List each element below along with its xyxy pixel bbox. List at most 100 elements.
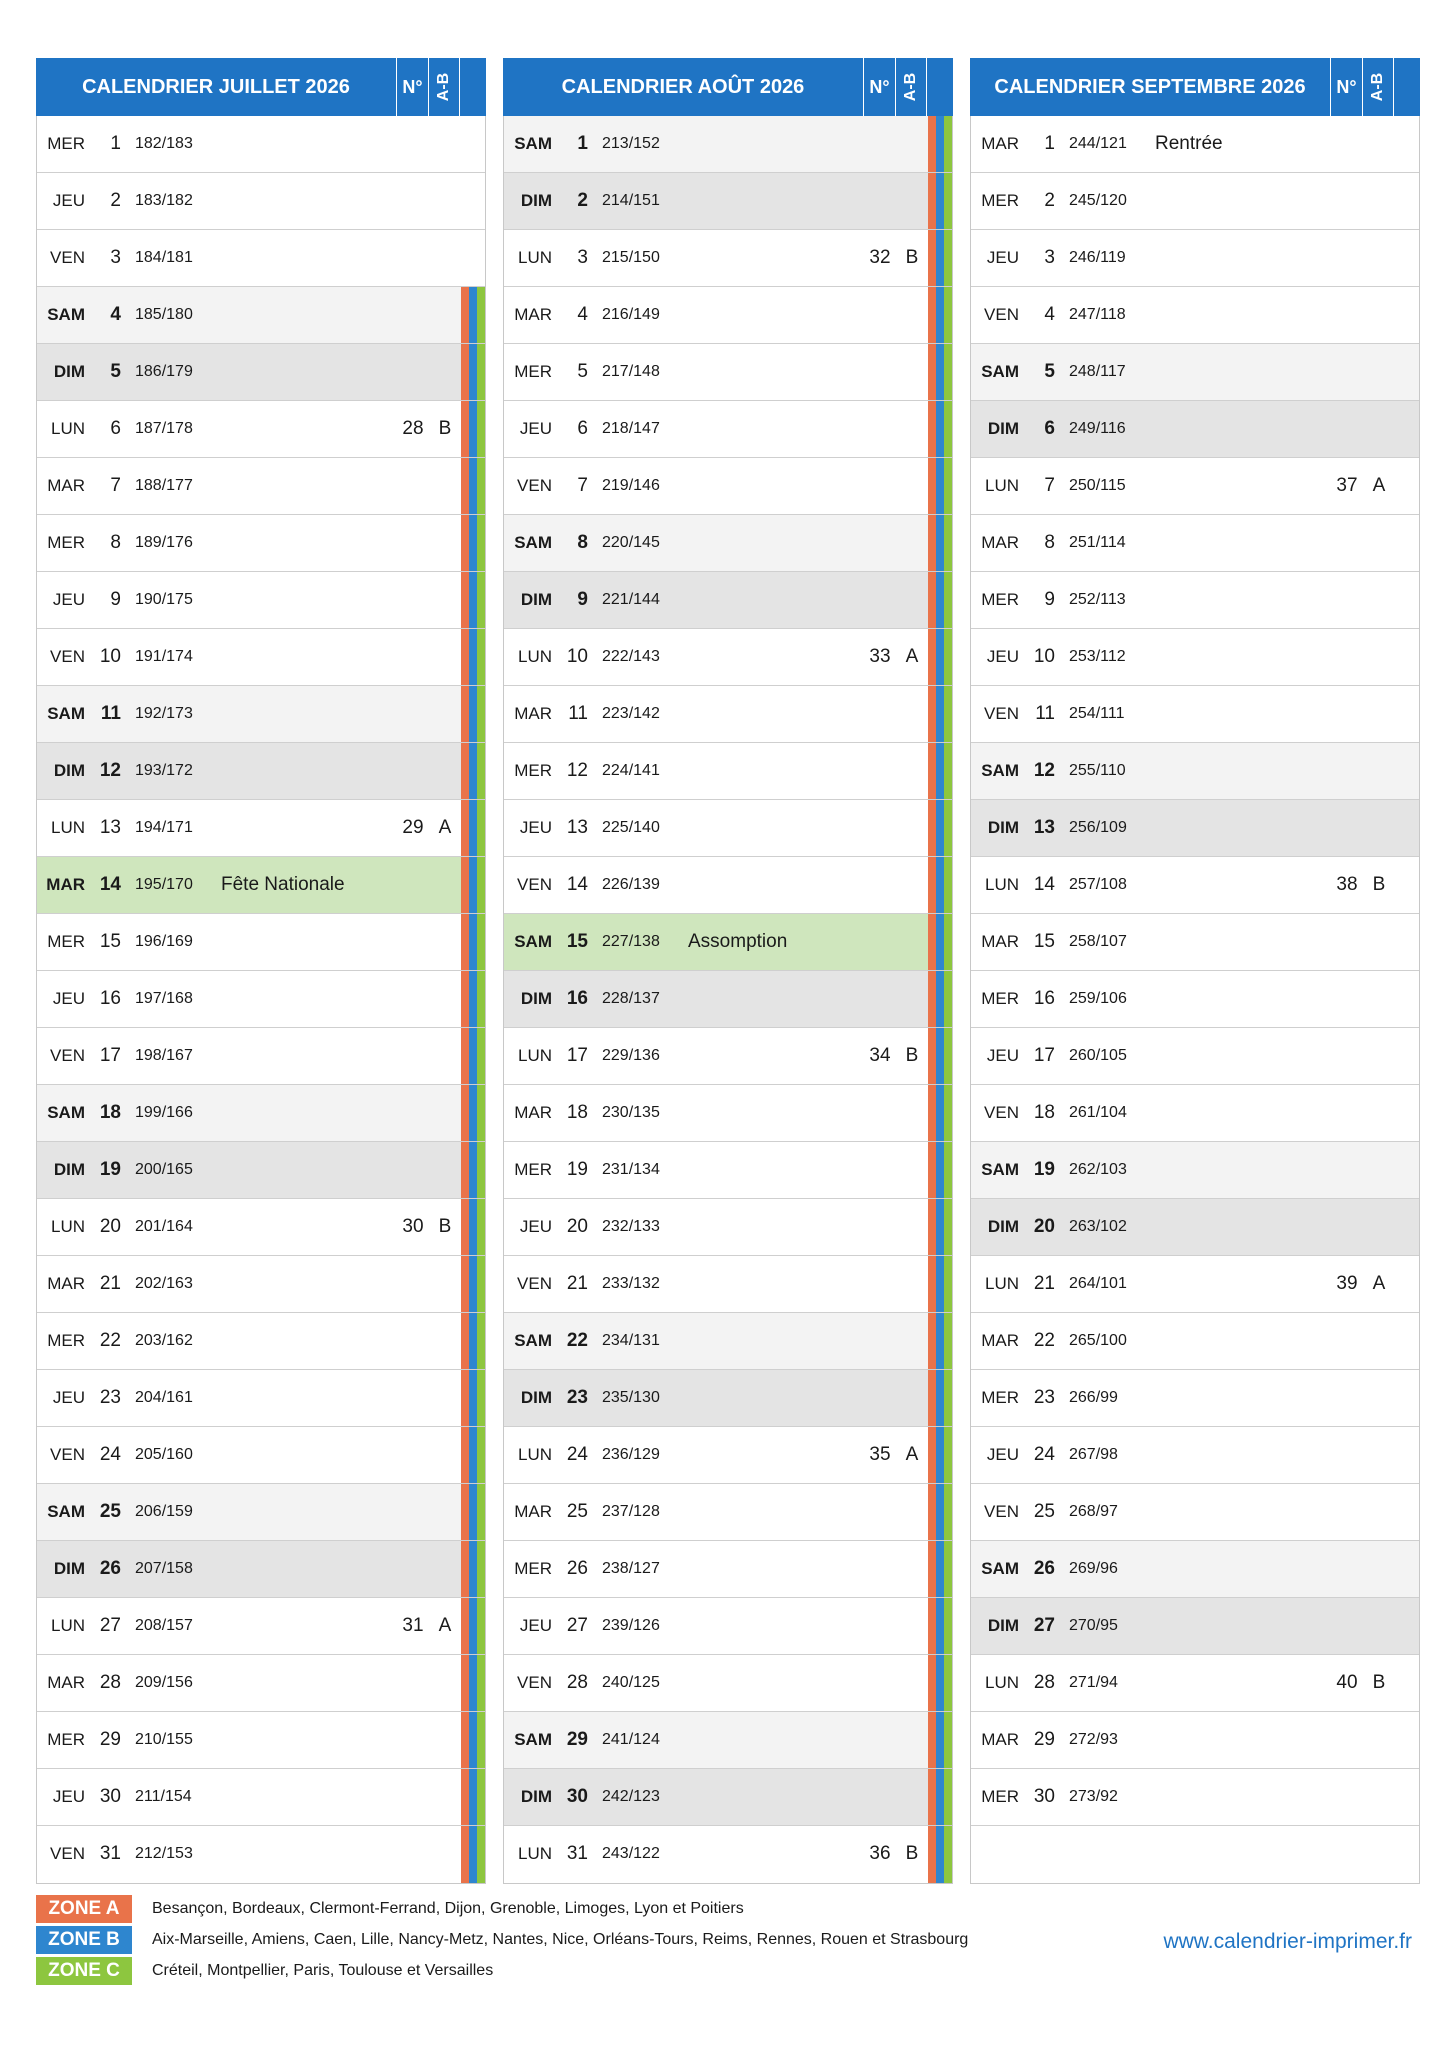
zone-c-band	[944, 344, 952, 400]
day-of-year: 269/96	[1069, 1560, 1118, 1577]
day-of-week: VEN	[517, 875, 552, 894]
day-row: SAM 15 227/138 Assomption	[504, 914, 952, 971]
day-number: 1	[577, 133, 588, 154]
zone-a-band	[928, 458, 936, 514]
day-of-week: SAM	[47, 704, 85, 723]
zone-a-band	[461, 1370, 469, 1426]
day-number: 5	[577, 361, 588, 382]
zone-b-band	[469, 458, 477, 514]
week-number: 35	[869, 1444, 891, 1465]
day-number: 20	[1033, 1216, 1055, 1237]
day-of-year: 263/102	[1069, 1218, 1127, 1235]
vacation-zones	[461, 344, 485, 400]
day-row: JEU 2 183/182	[37, 173, 485, 230]
day-row: VEN 31 212/153	[37, 1826, 485, 1883]
day-of-year: 204/161	[135, 1389, 193, 1406]
day-row: VEN 4 247/118	[971, 287, 1419, 344]
vacation-zones	[461, 1655, 485, 1711]
day-number: 27	[566, 1615, 588, 1636]
day-of-year: 215/150	[602, 249, 660, 266]
day-number: 19	[566, 1159, 588, 1180]
day-of-year: 187/178	[135, 420, 193, 437]
day-row: JEU 24 267/98	[971, 1427, 1419, 1484]
day-of-week: SAM	[981, 1160, 1019, 1179]
day-row: SAM 8 220/145	[504, 515, 952, 572]
day-row: MER 23 266/99	[971, 1370, 1419, 1427]
zone-c-band	[944, 1712, 952, 1768]
day-row: DIM 19 200/165	[37, 1142, 485, 1199]
day-row: VEN 21 233/132	[504, 1256, 952, 1313]
day-row: DIM 20 263/102	[971, 1199, 1419, 1256]
day-number: 2	[110, 190, 121, 211]
vacation-zones	[928, 230, 952, 286]
day-of-year: 220/145	[602, 534, 660, 551]
zone-a-band	[461, 1085, 469, 1141]
day-number: 15	[99, 931, 121, 952]
day-row: VEN 7 219/146	[504, 458, 952, 515]
day-row: MER 1 182/183	[37, 116, 485, 173]
day-of-week: MAR	[47, 1274, 85, 1293]
zone-b-band	[469, 1427, 477, 1483]
day-row: DIM 13 256/109	[971, 800, 1419, 857]
zone-b-band	[936, 344, 944, 400]
day-of-year: 255/110	[1069, 762, 1126, 779]
day-of-week: VEN	[50, 248, 85, 267]
day-of-year: 262/103	[1069, 1161, 1127, 1178]
vacation-zones	[928, 1256, 952, 1312]
zone-b-band	[936, 116, 944, 172]
month-days: MAR 1 244/121 Rentrée MER 2 245/120 JEU 3 246/119…	[970, 116, 1420, 1884]
zone-a-band	[928, 173, 936, 229]
zone-c-band	[477, 287, 485, 343]
vacation-zones	[461, 1712, 485, 1768]
day-of-year: 238/127	[602, 1560, 660, 1577]
vacation-zones	[461, 1427, 485, 1483]
ab-week-label: A-B	[435, 72, 452, 102]
vacation-zones	[928, 572, 952, 628]
zone-a-band	[461, 1256, 469, 1312]
day-number: 17	[99, 1045, 121, 1066]
website-link[interactable]: www.calendrier-imprimer.fr	[1163, 1930, 1412, 1954]
vacation-zones	[461, 287, 485, 343]
zone-a-band	[461, 1427, 469, 1483]
day-of-week: JEU	[986, 647, 1019, 666]
day-row: JEU 23 204/161	[37, 1370, 485, 1427]
day-row: MAR 4 216/149	[504, 287, 952, 344]
month-2: CALENDRIER SEPTEMBRE 2026 N° A-B MAR 1 244/12…	[970, 58, 1420, 1884]
zone-b-band	[936, 1712, 944, 1768]
day-of-year: 184/181	[135, 249, 193, 266]
zone-c-band	[477, 1598, 485, 1654]
week-number: 31	[402, 1615, 424, 1636]
day-of-week: VEN	[984, 1103, 1019, 1122]
vacation-zones	[461, 1769, 485, 1825]
day-number: 22	[566, 1330, 588, 1351]
day-of-year: 257/108	[1069, 876, 1127, 893]
day-row: LUN 20 201/164 30 B	[37, 1199, 485, 1256]
zone-a-band	[928, 1541, 936, 1597]
day-of-week: MAR	[981, 932, 1019, 951]
day-of-year: 203/162	[135, 1332, 193, 1349]
day-number: 16	[99, 988, 121, 1009]
day-of-week: VEN	[984, 305, 1019, 324]
vacation-zones	[928, 914, 952, 970]
vacation-zones	[461, 971, 485, 1027]
day-number: 11	[100, 703, 121, 724]
day-of-year: 186/179	[135, 363, 193, 380]
zone-a-band	[928, 1256, 936, 1312]
day-of-week: DIM	[987, 419, 1019, 438]
zone-c-cities: Créteil, Montpellier, Paris, Toulouse et…	[152, 1962, 494, 1979]
ab-week: B	[438, 1216, 452, 1237]
zone-c-band	[477, 1712, 485, 1768]
day-of-year: 213/152	[602, 135, 660, 152]
day-of-week: MAR	[981, 134, 1019, 153]
day-of-week: MAR	[514, 1103, 552, 1122]
day-row: JEU 3 246/119	[971, 230, 1419, 287]
day-row: MAR 21 202/163	[37, 1256, 485, 1313]
day-of-week: LUN	[50, 1616, 85, 1635]
zone-a-band	[928, 230, 936, 286]
day-of-year: 250/115	[1069, 477, 1126, 494]
zone-c-band	[477, 572, 485, 628]
zone-c-band	[477, 800, 485, 856]
day-number: 17	[1033, 1045, 1055, 1066]
vacation-zones	[461, 914, 485, 970]
day-row: MER 26 238/127	[504, 1541, 952, 1598]
